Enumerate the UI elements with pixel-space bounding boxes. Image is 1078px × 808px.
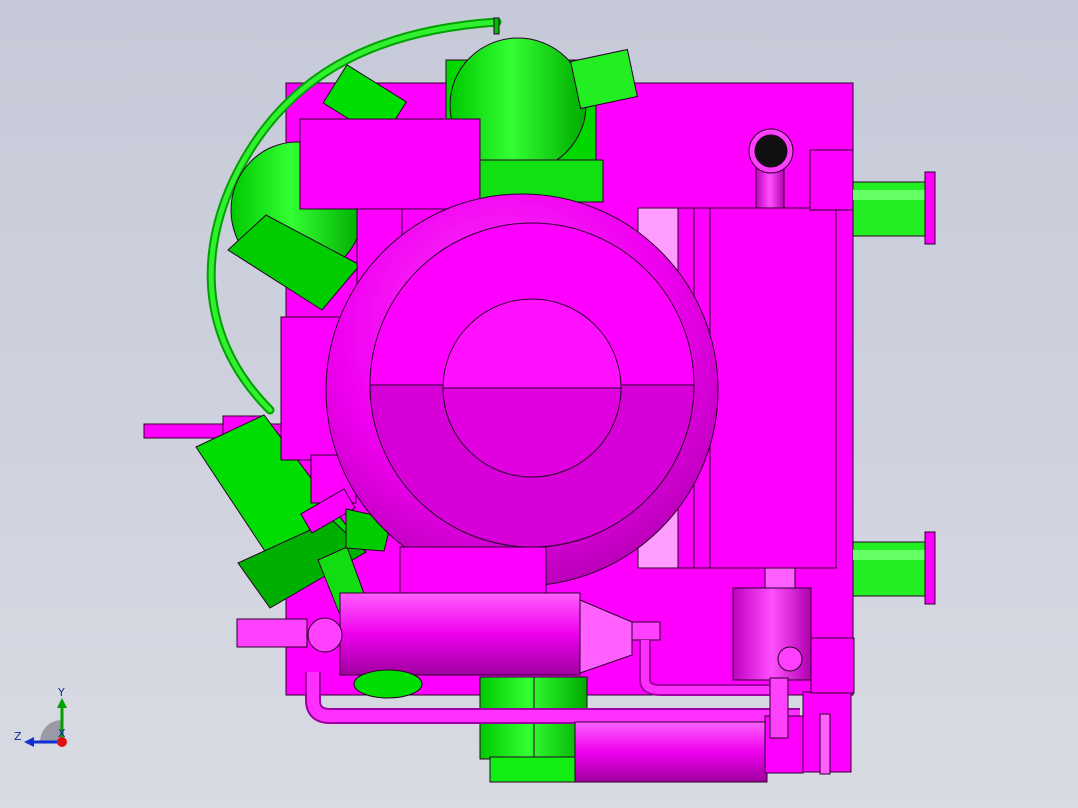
central-rotor[interactable] — [325, 193, 719, 587]
coordinate-triad: Y Z X — [14, 686, 67, 747]
x-axis-label: X — [58, 727, 66, 740]
top-left-housing[interactable] — [299, 118, 481, 210]
cad-3d-viewport[interactable] — [0, 0, 1078, 808]
y-axis-label: Y — [57, 686, 65, 699]
green-bottom-small[interactable] — [353, 669, 423, 699]
lower-right-cylinder[interactable] — [574, 691, 852, 783]
assembly-model[interactable] — [143, 17, 936, 783]
green-pipe-lower-right[interactable] — [852, 531, 936, 605]
right-panel[interactable] — [709, 207, 837, 569]
z-axis-label: Z — [14, 730, 22, 743]
green-pipe-upper-right[interactable] — [852, 171, 936, 245]
green-bottom-motor[interactable] — [479, 676, 588, 783]
